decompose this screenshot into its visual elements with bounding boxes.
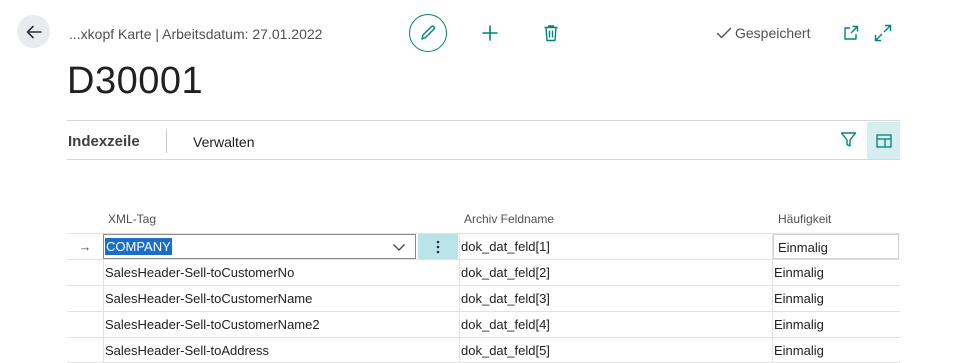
edit-button[interactable] — [409, 14, 447, 52]
table-row[interactable]: → COMPANY dok_dat_feld[1] Einmalig — [67, 233, 900, 259]
archiv-feldname-cell[interactable]: dok_dat_feld[3] — [460, 286, 772, 311]
back-button[interactable] — [17, 15, 50, 48]
table-row[interactable]: SalesHeader-Sell-toCustomerNo dok_dat_fe… — [67, 259, 900, 285]
row-arrow-icon: → — [78, 239, 92, 254]
xml-tag-cell[interactable]: SalesHeader-Sell-toCustomerName — [104, 286, 416, 311]
archiv-feldname-cell[interactable]: dok_dat_feld[2] — [460, 260, 772, 285]
xml-tag-cell[interactable]: SalesHeader-Sell-toAddress — [104, 338, 416, 363]
manage-menu-button[interactable]: Verwalten — [193, 134, 254, 150]
pencil-icon — [421, 25, 435, 40]
column-header-haeufigkeit[interactable]: Häufigkeit — [778, 212, 831, 226]
haeufigkeit-cell[interactable]: Einmalig — [773, 312, 899, 337]
haeufigkeit-cell[interactable]: Einmalig — [773, 260, 899, 285]
table-row[interactable]: SalesHeader-Sell-toAddress dok_dat_feld[… — [67, 337, 900, 363]
open-new-window-button[interactable] — [842, 24, 860, 42]
table-row[interactable]: SalesHeader-Sell-toCustomerName dok_dat_… — [67, 285, 900, 311]
archiv-feldname-cell[interactable]: dok_dat_feld[4] — [460, 312, 772, 337]
haeufigkeit-cell[interactable]: Einmalig — [773, 286, 899, 311]
separator — [166, 129, 167, 153]
breadcrumb: ...xkopf Karte | Arbeitsdatum: 27.01.202… — [69, 26, 323, 42]
xml-tag-value: COMPANY — [105, 238, 172, 255]
row-actions-button[interactable] — [418, 234, 458, 259]
data-grid: → COMPANY dok_dat_feld[1] Einmalig Sales… — [67, 233, 900, 363]
archiv-feldname-cell[interactable]: dok_dat_feld[1] — [460, 234, 772, 259]
layout-icon — [875, 133, 892, 148]
checkmark-icon — [716, 27, 732, 39]
saved-status-label: Gespeichert — [735, 25, 811, 41]
column-header-xml-tag[interactable]: XML-Tag — [108, 212, 156, 226]
plus-icon — [482, 25, 498, 41]
expand-icon — [874, 24, 892, 42]
xml-tag-cell[interactable]: SalesHeader-Sell-toCustomerName2 — [104, 312, 416, 337]
filter-button[interactable] — [840, 131, 857, 153]
delete-button[interactable] — [540, 21, 562, 45]
subpage-tab-title[interactable]: Indexzeile — [68, 133, 140, 150]
divider — [67, 120, 900, 121]
layout-toggle-button[interactable] — [867, 122, 900, 159]
saved-status: Gespeichert — [716, 25, 810, 41]
back-arrow-icon — [26, 25, 42, 38]
table-row[interactable]: SalesHeader-Sell-toCustomerName2 dok_dat… — [67, 311, 900, 337]
column-header-archiv-feldname[interactable]: Archiv Feldname — [464, 212, 554, 226]
xml-tag-input[interactable]: COMPANY — [103, 234, 416, 259]
page-title: D30001 — [67, 60, 204, 102]
open-new-window-icon — [844, 25, 859, 40]
haeufigkeit-cell[interactable]: Einmalig — [773, 234, 899, 259]
archiv-feldname-cell[interactable]: dok_dat_feld[5] — [460, 338, 772, 363]
trash-icon — [544, 25, 558, 42]
xml-tag-cell[interactable]: SalesHeader-Sell-toCustomerNo — [104, 260, 416, 285]
chevron-down-icon[interactable] — [392, 241, 406, 253]
divider — [67, 159, 900, 160]
more-vertical-icon — [436, 240, 440, 253]
filter-icon — [840, 132, 857, 147]
new-button[interactable] — [478, 21, 502, 45]
haeufigkeit-cell[interactable]: Einmalig — [773, 338, 899, 363]
expand-button[interactable] — [873, 24, 893, 42]
